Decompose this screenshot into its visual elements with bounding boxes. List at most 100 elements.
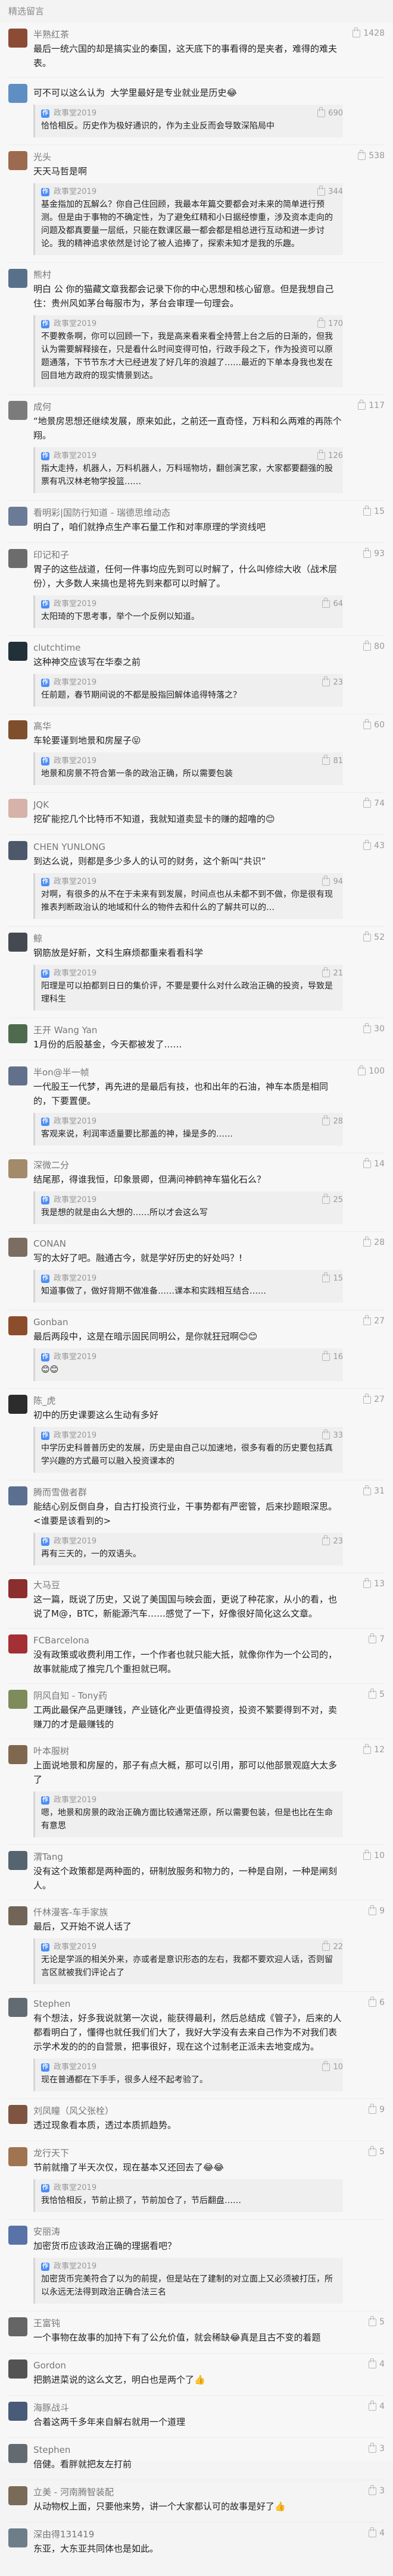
avatar[interactable] bbox=[8, 1395, 27, 1414]
comment-author-name[interactable]: 半熟红茶 bbox=[33, 29, 343, 40]
like-button[interactable]: 31 bbox=[363, 1485, 385, 1496]
like-button[interactable]: 538 bbox=[358, 149, 385, 161]
reply-like-button[interactable]: 23 bbox=[322, 676, 343, 687]
avatar[interactable] bbox=[8, 2317, 27, 2336]
reply-like-button[interactable]: 33 bbox=[322, 1429, 343, 1440]
comment-author-name[interactable]: Stephen bbox=[33, 1998, 343, 2009]
reply-like-button[interactable]: 126 bbox=[317, 450, 343, 460]
avatar[interactable] bbox=[8, 642, 27, 661]
comment-author-name[interactable]: 印记和子 bbox=[33, 550, 343, 560]
reply-author-name[interactable]: 政事堂2019 bbox=[54, 451, 96, 461]
like-button[interactable]: 10 bbox=[363, 1849, 385, 1860]
comment-author-name[interactable]: 高华 bbox=[33, 721, 343, 732]
like-button[interactable]: 5 bbox=[369, 2145, 385, 2157]
reply-author-name[interactable]: 政事堂2019 bbox=[54, 969, 96, 978]
like-button[interactable]: 4 bbox=[369, 2358, 385, 2369]
comment-author-name[interactable]: 光头 bbox=[33, 152, 343, 162]
reply-author-name[interactable]: 政事堂2019 bbox=[54, 1196, 96, 1205]
reply-like-button[interactable]: 25 bbox=[322, 1194, 343, 1204]
reply-like-button[interactable]: 21 bbox=[322, 967, 343, 978]
comment-author-name[interactable]: 龙行天下 bbox=[33, 2148, 343, 2158]
comment-author-name[interactable]: 看明彩|国防行知道 - 瑞德思维动态 bbox=[33, 507, 343, 518]
comment-author-name[interactable]: Stephen bbox=[33, 2445, 343, 2455]
reply-like-button[interactable]: 81 bbox=[322, 755, 343, 765]
like-button[interactable]: 100 bbox=[358, 1065, 385, 1076]
like-button[interactable]: 9 bbox=[369, 2103, 385, 2114]
avatar[interactable] bbox=[8, 2444, 27, 2463]
reply-like-button[interactable]: 22 bbox=[322, 1941, 343, 1951]
comment-author-name[interactable]: CHEN YUNLONG bbox=[33, 842, 343, 852]
reply-author-name[interactable]: 政事堂2019 bbox=[54, 600, 96, 609]
comment-author-name[interactable]: 王开 Wang Yan bbox=[33, 1025, 343, 1036]
avatar[interactable] bbox=[8, 29, 27, 48]
comment-author-name[interactable]: JQK bbox=[33, 799, 343, 810]
avatar[interactable] bbox=[8, 2486, 27, 2505]
like-button[interactable]: 27 bbox=[363, 1393, 385, 1404]
comment-author-name[interactable]: 叶本服树 bbox=[33, 1746, 343, 1756]
like-button[interactable]: 4 bbox=[369, 2400, 385, 2411]
like-button[interactable]: 93 bbox=[363, 547, 385, 559]
avatar[interactable] bbox=[8, 1634, 27, 1653]
avatar[interactable] bbox=[8, 933, 27, 952]
reply-like-button[interactable]: 94 bbox=[322, 876, 343, 886]
like-button[interactable]: 3 bbox=[369, 2442, 385, 2453]
like-button[interactable]: 43 bbox=[363, 839, 385, 851]
like-button[interactable]: 9 bbox=[369, 1904, 385, 1916]
avatar[interactable] bbox=[8, 549, 27, 568]
comment-author-name[interactable]: 海豚战斗 bbox=[33, 2402, 343, 2413]
avatar[interactable] bbox=[8, 507, 27, 526]
reply-author-name[interactable]: 政事堂2019 bbox=[54, 678, 96, 688]
comment-author-name[interactable]: 深由得131419 bbox=[33, 2529, 343, 2540]
reply-author-name[interactable]: 政事堂2019 bbox=[54, 2183, 96, 2193]
comment-author-name[interactable]: Gordon bbox=[33, 2360, 343, 2371]
reply-like-button[interactable]: 28 bbox=[322, 1115, 343, 1126]
reply-author-name[interactable]: 政事堂2019 bbox=[54, 2063, 96, 2072]
comment-author-name[interactable]: 安丽涛 bbox=[33, 2226, 343, 2237]
avatar[interactable] bbox=[8, 1066, 27, 1085]
comment-author-name[interactable]: CONAN bbox=[33, 1238, 343, 1249]
avatar[interactable] bbox=[8, 1745, 27, 1764]
reply-author-name[interactable]: 政事堂2019 bbox=[54, 757, 96, 766]
avatar[interactable] bbox=[8, 2226, 27, 2245]
reply-like-button[interactable]: 690 bbox=[317, 107, 343, 118]
reply-like-button[interactable]: 16 bbox=[322, 1351, 343, 1361]
reply-like-button[interactable]: 64 bbox=[322, 598, 343, 608]
like-button[interactable]: 27 bbox=[363, 1314, 385, 1326]
avatar[interactable] bbox=[8, 1690, 27, 1709]
reply-author-name[interactable]: 政事堂2019 bbox=[54, 1796, 96, 1805]
comment-author-name[interactable]: 阴风自知 - Tony药 bbox=[33, 1690, 343, 1701]
reply-author-name[interactable]: 政事堂2019 bbox=[54, 2262, 96, 2271]
like-button[interactable]: 5 bbox=[369, 2315, 385, 2327]
avatar[interactable] bbox=[8, 1998, 27, 2017]
reply-like-button[interactable]: 15 bbox=[322, 1272, 343, 1283]
avatar[interactable] bbox=[8, 401, 27, 420]
like-button[interactable]: 13 bbox=[363, 1577, 385, 1589]
like-button[interactable]: 4 bbox=[369, 2527, 385, 2538]
avatar[interactable] bbox=[8, 1851, 27, 1870]
avatar[interactable] bbox=[8, 2105, 27, 2124]
like-button[interactable]: 14 bbox=[363, 1157, 385, 1169]
comment-author-name[interactable]: 成何 bbox=[33, 401, 343, 412]
like-button[interactable]: 5 bbox=[369, 1688, 385, 1699]
avatar[interactable] bbox=[8, 2359, 27, 2379]
avatar[interactable] bbox=[8, 1159, 27, 1178]
comment-author-name[interactable]: 熊村 bbox=[33, 269, 343, 280]
comment-author-name[interactable]: 渭Tang bbox=[33, 1852, 343, 1862]
reply-author-name[interactable]: 政事堂2019 bbox=[54, 1274, 96, 1284]
like-button[interactable]: 7 bbox=[369, 1633, 385, 1644]
like-button[interactable]: 15 bbox=[363, 505, 385, 516]
avatar[interactable] bbox=[8, 2528, 27, 2547]
avatar[interactable] bbox=[8, 720, 27, 739]
avatar[interactable] bbox=[8, 799, 27, 818]
comment-author-name[interactable]: 鲸 bbox=[33, 933, 343, 944]
reply-author-name[interactable]: 政事堂2019 bbox=[54, 319, 96, 329]
avatar[interactable] bbox=[8, 269, 27, 288]
reply-like-button[interactable]: 170 bbox=[317, 318, 343, 328]
comment-author-name[interactable]: 立美 - 河南腾智装配 bbox=[33, 2487, 343, 2497]
comment-author-name[interactable]: clutchtime bbox=[33, 642, 343, 653]
reply-author-name[interactable]: 政事堂2019 bbox=[54, 1943, 96, 1952]
comment-author-name[interactable]: 大马豆 bbox=[33, 1580, 343, 1590]
avatar[interactable] bbox=[8, 841, 27, 860]
like-button[interactable]: 1428 bbox=[353, 27, 385, 38]
comment-author-name[interactable]: 刘凤瞳（风父张栓） bbox=[33, 2106, 343, 2116]
